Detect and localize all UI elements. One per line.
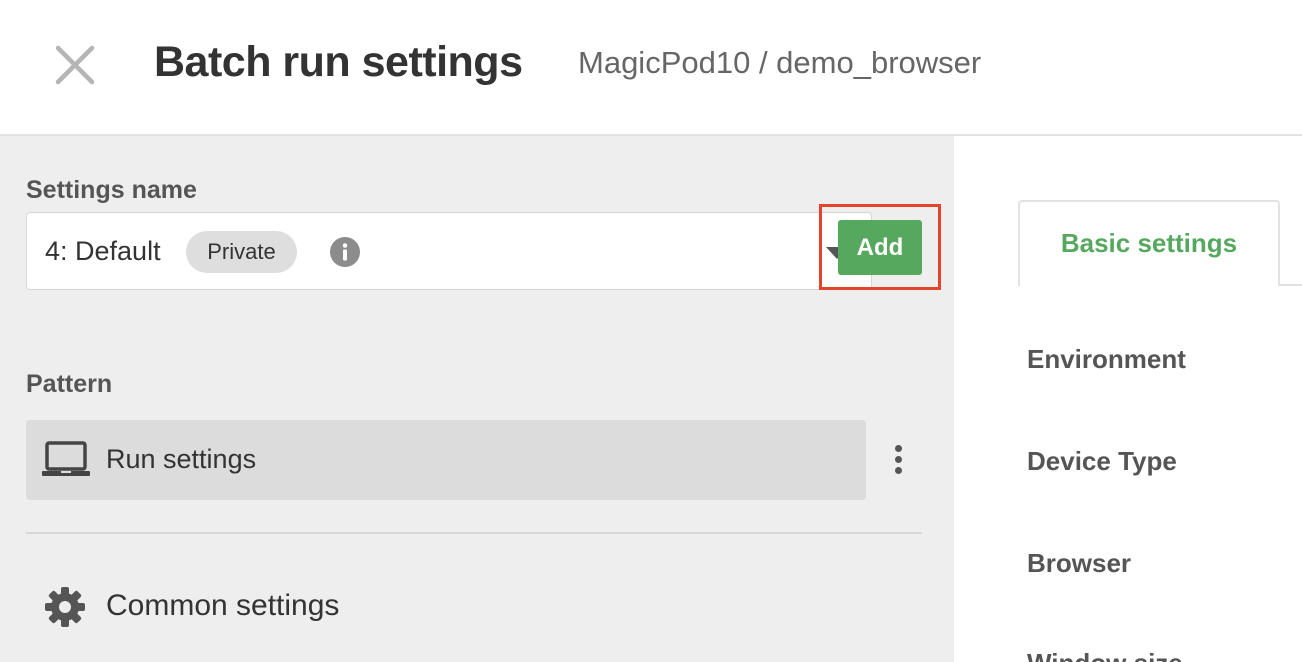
environment-label: Environment xyxy=(1027,344,1186,374)
section-divider xyxy=(26,532,922,534)
page-header: Batch run settings MagicPod10 / demo_bro… xyxy=(0,0,1302,136)
device-type-label: Device Type xyxy=(1027,446,1177,476)
pattern-item-label: Run settings xyxy=(106,444,257,474)
page-title: Batch run settings xyxy=(154,38,523,86)
laptop-icon xyxy=(42,441,90,476)
browser-label: Browser xyxy=(1027,548,1132,578)
tab-bar-line xyxy=(1280,284,1302,286)
tab-basic-settings-label: Basic settings xyxy=(1060,228,1238,258)
common-settings-label: Common settings xyxy=(106,589,340,622)
close-icon[interactable] xyxy=(50,40,100,90)
common-settings-item[interactable]: Common settings xyxy=(26,576,726,636)
pattern-item-menu-icon[interactable] xyxy=(886,442,910,482)
window-size-label: Window size xyxy=(1027,648,1183,662)
breadcrumb: MagicPod10 / demo_browser xyxy=(578,45,982,80)
pattern-section: Run settings Common settings xyxy=(0,136,954,662)
tab-basic-settings[interactable]: Basic settings xyxy=(1018,200,1280,286)
settings-detail-panel: Basic settings Environment Device Type B… xyxy=(954,136,1302,662)
pattern-item-run-settings[interactable]: Run settings xyxy=(26,420,866,500)
gear-icon xyxy=(45,587,85,627)
